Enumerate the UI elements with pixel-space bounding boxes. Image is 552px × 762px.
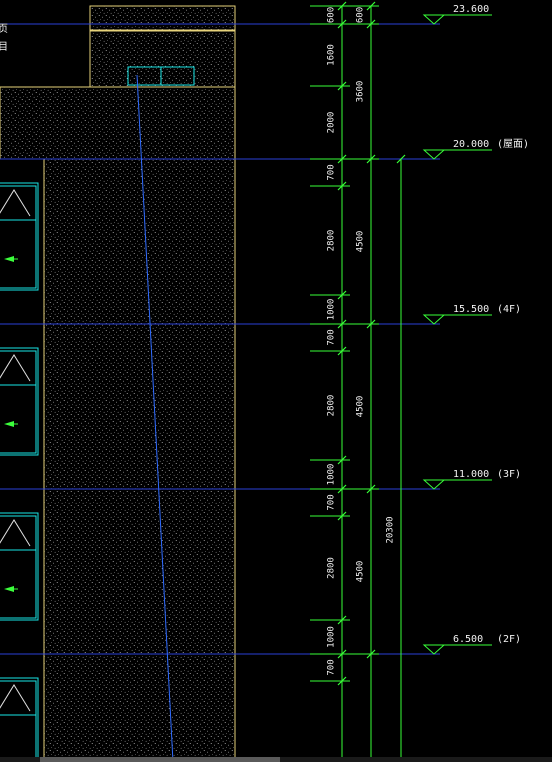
dimension-label: 2800 xyxy=(327,395,337,417)
left-fragment-label-2: 目 xyxy=(0,42,8,53)
dimension-label: 3600 xyxy=(356,81,366,103)
roof-parapet-top xyxy=(89,5,236,31)
window-unit xyxy=(0,347,39,456)
elevation-floor-label: (4F) xyxy=(497,304,521,315)
dimension-label: 2800 xyxy=(327,230,337,252)
triangle-level-icon xyxy=(422,14,446,25)
dimension-label: 1000 xyxy=(327,464,337,486)
window-bottom-pane xyxy=(0,549,37,619)
elevation-value: 20.000 xyxy=(453,139,489,150)
triangle-level-icon xyxy=(422,149,446,160)
main-wall xyxy=(43,158,236,762)
cad-elevation-drawing: 600 1600 2000 700 2800 1000 700 2800 1000 700 2800… xyxy=(0,1,529,762)
window-top-pane xyxy=(0,350,37,386)
dimension-label: 1000 xyxy=(327,299,337,321)
elevation-value: 23.600 xyxy=(453,4,489,15)
dimension-label: 700 xyxy=(327,494,337,510)
level-20000-marker: 20.000 (屋面) xyxy=(422,138,529,160)
dimension-label: 2800 xyxy=(327,557,337,579)
elevation-markers: 23.600 20.000 (屋面) 15.500 (4F) 11.000 (3F) 6.50… xyxy=(422,4,529,655)
window-bottom-pane xyxy=(0,714,37,762)
dimension-label: 1600 xyxy=(327,44,337,66)
left-fragment-label-1: 页 xyxy=(0,23,8,35)
dimension-label: 600 xyxy=(356,7,366,23)
window-column xyxy=(0,182,39,762)
elevation-floor-label: (3F) xyxy=(497,469,521,480)
dimension-label: 700 xyxy=(327,659,337,675)
dimension-label: 700 xyxy=(327,329,337,345)
roof-parapet-lower xyxy=(89,29,236,88)
level-15500-marker: 15.500 (4F) xyxy=(422,304,521,325)
dimension-label: 600 xyxy=(327,7,337,23)
dimension-chains: 600 1600 2000 700 2800 1000 700 2800 1000 700 2800… xyxy=(310,1,406,762)
horizontal-scrollbar-thumb[interactable] xyxy=(40,757,280,762)
elevation-value: 11.000 xyxy=(453,469,489,480)
dimension-label: 2000 xyxy=(327,112,337,134)
dimension-label: 1000 xyxy=(327,626,337,648)
elevation-floor-label: (屋面) xyxy=(497,138,529,150)
elevation-floor-label: (2F) xyxy=(497,634,521,645)
level-11000-marker: 11.000 (3F) xyxy=(422,469,521,490)
window-top-pane xyxy=(0,185,37,221)
window-bottom-pane xyxy=(0,384,37,454)
triangle-level-icon xyxy=(422,314,446,325)
level-23600-marker: 23.600 xyxy=(422,4,492,25)
window-bottom-pane xyxy=(0,219,37,289)
triangle-level-icon xyxy=(422,644,446,655)
window-top-pane xyxy=(0,680,37,716)
window-unit xyxy=(0,182,39,291)
window-unit xyxy=(0,512,39,621)
roof-band xyxy=(0,86,236,160)
level-6500-marker: 6.500 (2F) xyxy=(422,634,521,655)
triangle-level-icon xyxy=(422,479,446,490)
dimension-label-total: 20300 xyxy=(386,516,396,543)
dimension-label: 4500 xyxy=(356,231,366,253)
dimension-label: 4500 xyxy=(356,396,366,418)
window-unit xyxy=(0,677,39,762)
window-top-pane xyxy=(0,515,37,551)
dimension-label: 700 xyxy=(327,164,337,180)
elevation-value: 15.500 xyxy=(453,304,489,315)
dimension-label: 4500 xyxy=(356,561,366,583)
elevation-value: 6.500 xyxy=(453,634,483,645)
